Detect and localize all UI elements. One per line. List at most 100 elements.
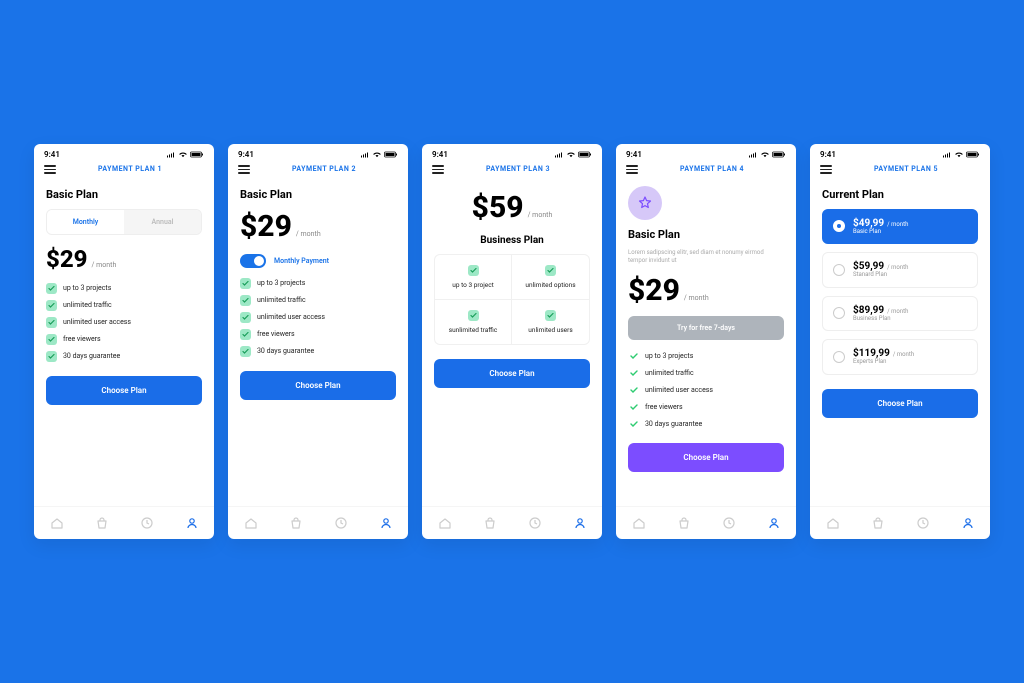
profile-icon[interactable] — [379, 515, 393, 529]
bottom-nav — [810, 506, 990, 539]
billing-period-toggle[interactable]: Monthly Annual — [46, 209, 202, 235]
price: $29 / month — [240, 209, 396, 244]
bag-icon[interactable] — [871, 515, 885, 529]
feature-item: up to 3 projects — [46, 283, 202, 294]
page-title: PAYMENT PLAN 3 — [456, 165, 580, 173]
menu-icon[interactable] — [820, 165, 832, 174]
check-icon — [545, 265, 556, 276]
price-amount: $29 — [628, 273, 680, 308]
plan-option-business[interactable]: $89,99/ month Business Plan — [822, 296, 978, 332]
clock-icon[interactable] — [722, 515, 736, 529]
plan-option-standard[interactable]: $59,99/ month Stanard Plan — [822, 252, 978, 288]
profile-icon[interactable] — [573, 515, 587, 529]
plan-section-title: Current Plan — [822, 188, 978, 201]
plan-name: Business Plan — [434, 235, 590, 246]
menu-icon[interactable] — [44, 165, 56, 174]
choose-plan-button[interactable]: Choose Plan — [822, 389, 978, 418]
status-bar: 9:41 — [422, 144, 602, 161]
check-icon — [240, 329, 251, 340]
home-icon[interactable] — [50, 515, 64, 529]
check-icon — [240, 278, 251, 289]
choose-plan-button[interactable]: Choose Plan — [628, 443, 784, 472]
page-title: PAYMENT PLAN 4 — [650, 165, 774, 173]
clock-icon[interactable] — [140, 515, 154, 529]
bag-icon[interactable] — [95, 515, 109, 529]
feature-item: up to 3 projects — [628, 350, 784, 361]
menu-icon[interactable] — [238, 165, 250, 174]
home-icon[interactable] — [826, 515, 840, 529]
radio-icon — [833, 307, 845, 319]
status-time: 9:41 — [432, 150, 448, 159]
page-title: PAYMENT PLAN 5 — [844, 165, 968, 173]
status-bar: 9:41 — [34, 144, 214, 161]
price-amount: $59 — [472, 190, 524, 225]
feature-item: unlimited options — [512, 255, 589, 300]
check-icon — [628, 401, 639, 412]
plan-option-basic[interactable]: $49,99/ month Basic Plan — [822, 209, 978, 245]
clock-icon[interactable] — [916, 515, 930, 529]
feature-item: unlimited user access — [628, 384, 784, 395]
app-header: PAYMENT PLAN 4 — [616, 161, 796, 182]
app-header: PAYMENT PLAN 3 — [422, 161, 602, 182]
profile-icon[interactable] — [961, 515, 975, 529]
feature-item: free viewers — [46, 334, 202, 345]
check-icon — [46, 283, 57, 294]
feature-list: up to 3 projects unlimited traffic unlim… — [628, 350, 784, 429]
profile-icon[interactable] — [767, 515, 781, 529]
tab-monthly[interactable]: Monthly — [47, 210, 124, 234]
feature-item: sunlimited traffic — [435, 300, 512, 344]
phone-screen-3: 9:41 PAYMENT PLAN 3 $59 / month Business… — [422, 144, 602, 539]
price-period: / month — [528, 211, 553, 219]
radio-icon — [833, 220, 845, 232]
choose-plan-button[interactable]: Choose Plan — [240, 371, 396, 400]
page-title: PAYMENT PLAN 1 — [68, 165, 192, 173]
menu-icon[interactable] — [432, 165, 444, 174]
clock-icon[interactable] — [528, 515, 542, 529]
feature-item: 30 days guarantee — [46, 351, 202, 362]
status-icons — [748, 151, 786, 158]
feature-item: up to 3 projects — [240, 278, 396, 289]
feature-item: unlimited user access — [240, 312, 396, 323]
home-icon[interactable] — [244, 515, 258, 529]
price-period: / month — [684, 294, 709, 302]
status-bar: 9:41 — [810, 144, 990, 161]
status-bar: 9:41 — [228, 144, 408, 161]
phone-screen-4: 9:41 PAYMENT PLAN 4 Basic Plan Lorem sad… — [616, 144, 796, 539]
plan-name: Basic Plan — [46, 188, 202, 201]
status-time: 9:41 — [238, 150, 254, 159]
bag-icon[interactable] — [483, 515, 497, 529]
bag-icon[interactable] — [677, 515, 691, 529]
app-header: PAYMENT PLAN 2 — [228, 161, 408, 182]
choose-plan-button[interactable]: Choose Plan — [434, 359, 590, 388]
status-icons — [554, 151, 592, 158]
choose-plan-button[interactable]: Choose Plan — [46, 376, 202, 405]
clock-icon[interactable] — [334, 515, 348, 529]
feature-item: free viewers — [628, 401, 784, 412]
home-icon[interactable] — [632, 515, 646, 529]
profile-icon[interactable] — [185, 515, 199, 529]
plan-options: $49,99/ month Basic Plan $59,99/ month S… — [822, 209, 978, 375]
price: $59 / month — [434, 190, 590, 225]
price-period: / month — [92, 261, 117, 269]
star-badge-icon — [628, 186, 662, 220]
menu-icon[interactable] — [626, 165, 638, 174]
plan-option-experts[interactable]: $119,99/ month Experts Plan — [822, 339, 978, 375]
monthly-payment-toggle[interactable] — [240, 254, 266, 268]
bottom-nav — [616, 506, 796, 539]
plan-description: Lorem sadipscing elitr, sed diam et nonu… — [628, 249, 784, 266]
payment-toggle-row: Monthly Payment — [240, 254, 396, 268]
feature-item: unlimited traffic — [628, 367, 784, 378]
status-time: 9:41 — [44, 150, 60, 159]
bag-icon[interactable] — [289, 515, 303, 529]
feature-item: unlimited users — [512, 300, 589, 344]
bottom-nav — [228, 506, 408, 539]
check-icon — [545, 310, 556, 321]
check-icon — [240, 346, 251, 357]
price: $29 / month — [628, 273, 784, 308]
feature-list: up to 3 projects unlimited traffic unlim… — [240, 278, 396, 357]
check-icon — [628, 367, 639, 378]
free-trial-button[interactable]: Try for free 7-days — [628, 316, 784, 340]
home-icon[interactable] — [438, 515, 452, 529]
feature-item: unlimited traffic — [240, 295, 396, 306]
tab-annual[interactable]: Annual — [124, 210, 201, 234]
